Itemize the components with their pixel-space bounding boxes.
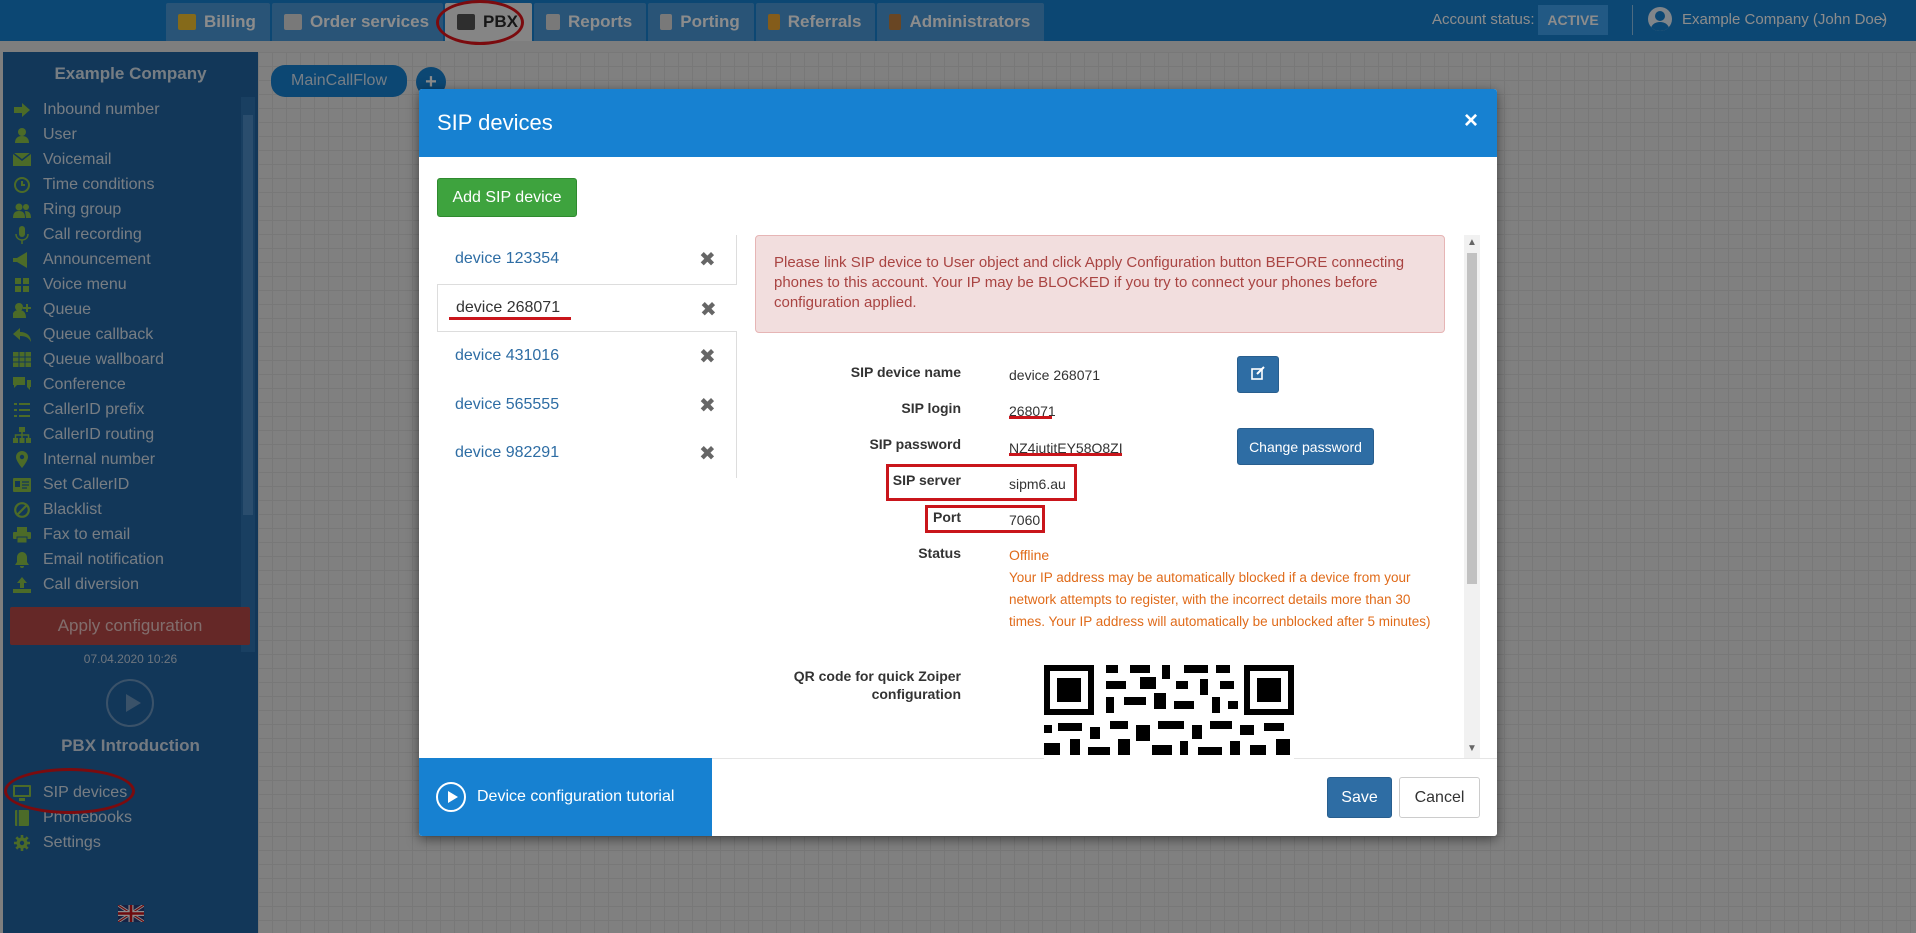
modal-title: SIP devices: [437, 110, 553, 135]
annotation-underline-selected-device: [449, 317, 571, 320]
port-value: 7060: [1009, 512, 1041, 528]
save-button[interactable]: Save: [1327, 777, 1392, 818]
device-name: device 123354: [455, 250, 560, 267]
port-label: Port: [933, 509, 961, 525]
device-configuration-tutorial-link[interactable]: Device configuration tutorial: [419, 758, 712, 836]
delete-icon[interactable]: ✖: [700, 297, 717, 322]
qr-code-label: QR code for quick Zoiper configuration: [793, 668, 961, 702]
warning-alert: Please link SIP device to User object an…: [755, 235, 1445, 333]
device-name: device 268071: [456, 299, 561, 316]
delete-icon[interactable]: ✖: [699, 247, 716, 272]
annotation-underline-password: [1009, 453, 1122, 456]
zoiper-qr-code: [1044, 665, 1294, 760]
scrollbar-thumb[interactable]: [1467, 253, 1477, 584]
sip-device-name-value: device 268071: [1009, 367, 1101, 383]
sip-password-label: SIP password: [869, 436, 961, 452]
play-icon: [436, 782, 466, 812]
scroll-up-icon[interactable]: ▲: [1467, 237, 1477, 248]
delete-icon[interactable]: ✖: [699, 344, 716, 369]
device-name: device 565555: [455, 396, 560, 413]
scroll-down-icon[interactable]: ▼: [1467, 743, 1477, 754]
delete-icon[interactable]: ✖: [699, 441, 716, 466]
modal-header: SIP devices ×: [419, 89, 1497, 157]
device-name: device 431016: [455, 347, 560, 364]
cancel-button[interactable]: Cancel: [1399, 777, 1480, 818]
details-scrollbar[interactable]: ▲ ▼: [1464, 235, 1480, 758]
edit-device-button[interactable]: [1237, 356, 1279, 393]
device-list-item[interactable]: device 123354 ✖: [437, 235, 737, 283]
sip-device-name-label: SIP device name: [850, 364, 961, 380]
status-label: Status: [918, 545, 961, 561]
device-list-item[interactable]: device 431016 ✖: [437, 332, 737, 380]
change-password-button[interactable]: Change password: [1237, 428, 1374, 465]
status-value: Offline: [1009, 547, 1050, 563]
device-name: device 982291: [455, 444, 560, 461]
tutorial-label: Device configuration tutorial: [477, 788, 675, 805]
device-list-item[interactable]: device 982291 ✖: [437, 429, 737, 477]
edit-icon: [1251, 365, 1265, 384]
status-warning-note: Your IP address may be automatically blo…: [1009, 570, 1431, 629]
delete-icon[interactable]: ✖: [699, 393, 716, 418]
add-sip-device-button[interactable]: Add SIP device: [437, 178, 577, 217]
sip-server-value: sipm6.au: [1009, 476, 1066, 492]
device-list: device 123354 ✖ device 268071 ✖ device 431…: [437, 235, 737, 478]
device-list-item[interactable]: device 565555 ✖: [437, 381, 737, 429]
sip-login-label: SIP login: [901, 400, 961, 416]
close-icon[interactable]: ×: [1464, 107, 1478, 135]
device-list-item-selected[interactable]: device 268071 ✖: [437, 284, 737, 332]
annotation-underline-login: [1009, 416, 1052, 419]
sip-server-label: SIP server: [892, 472, 961, 488]
